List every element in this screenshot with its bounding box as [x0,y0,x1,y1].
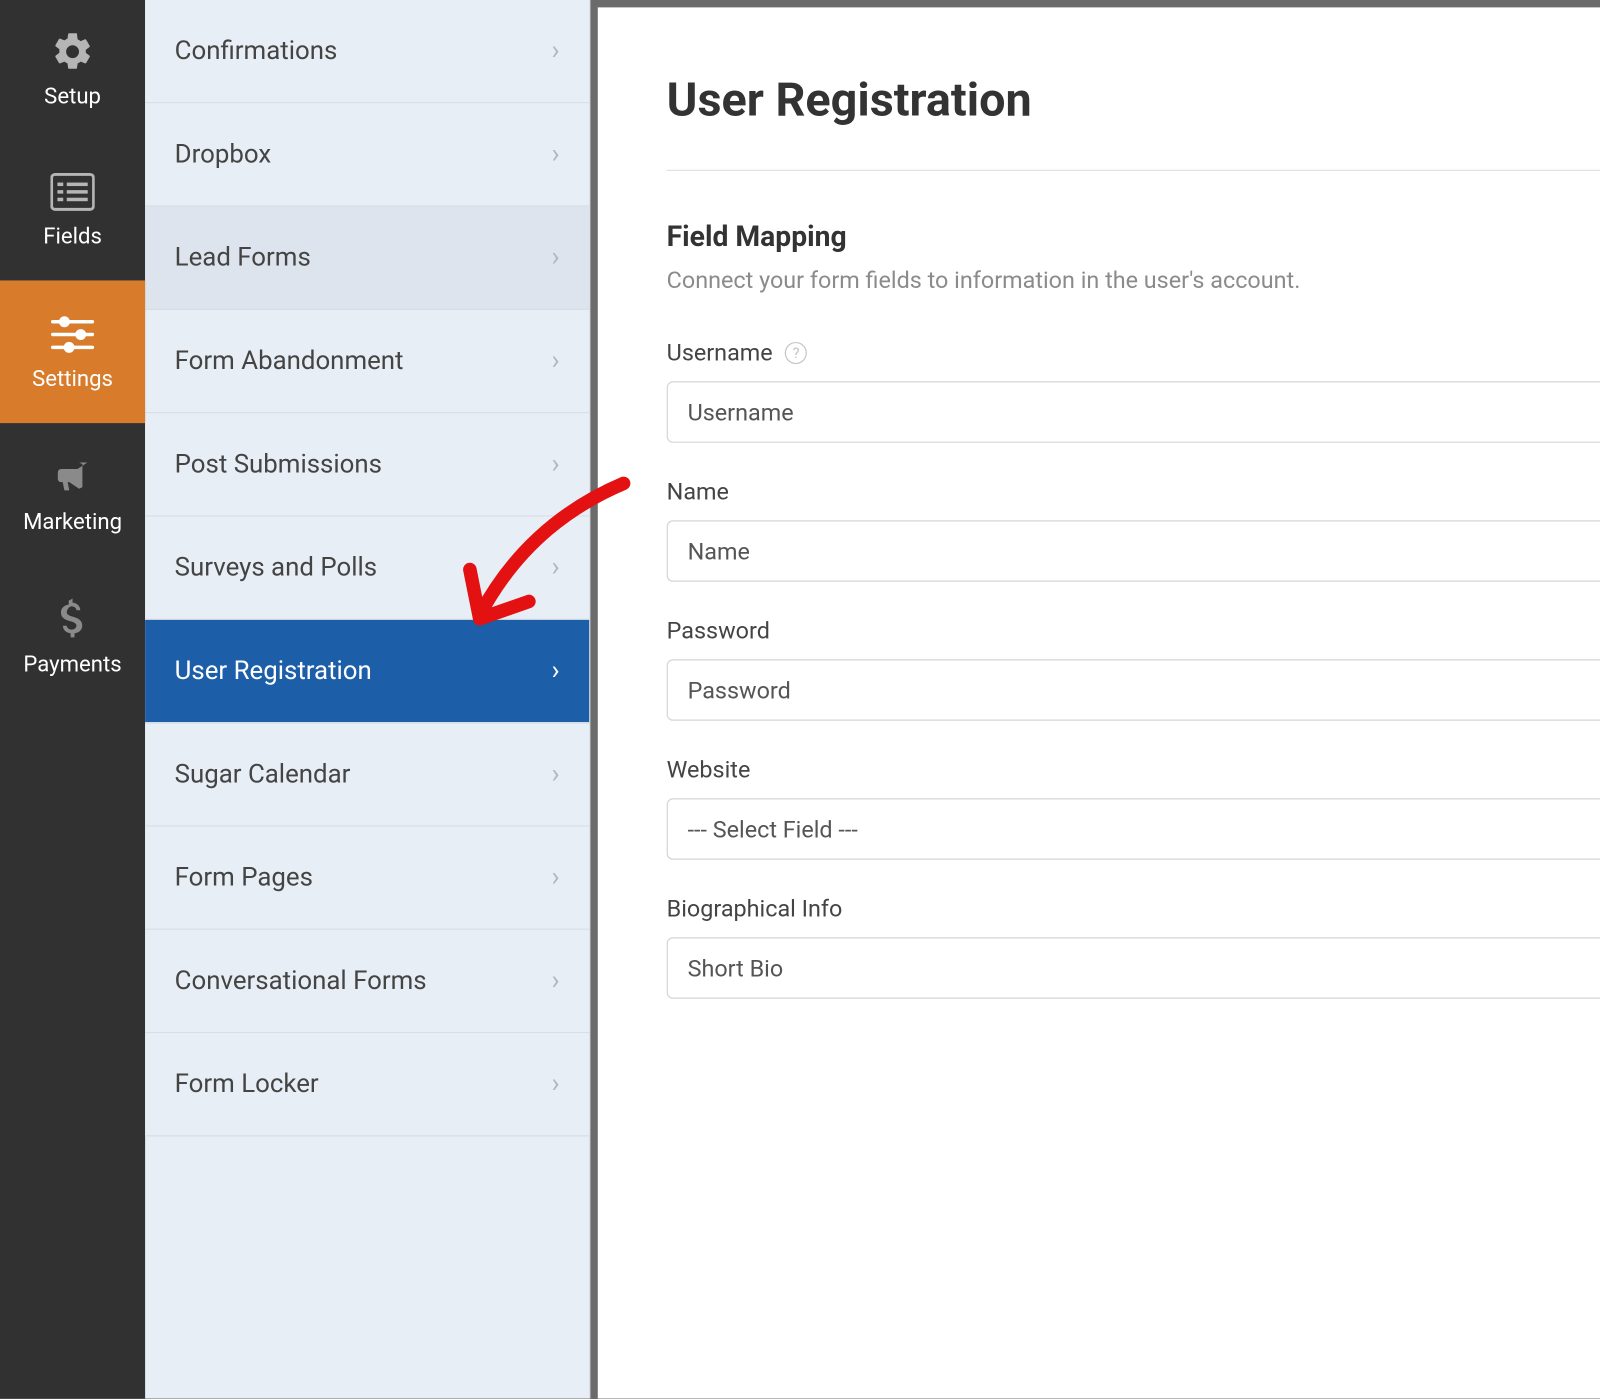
settings-item-form-pages[interactable]: Form Pages › [145,827,589,930]
chevron-right-icon: › [552,36,560,67]
settings-item-label: Confirmations [175,36,338,66]
field-mapping-username: Username ? Username [667,338,1600,443]
section-title: Field Mapping [667,220,1600,253]
website-select[interactable]: --- Select Field --- [667,798,1600,860]
chevron-right-icon: › [552,759,560,790]
chevron-right-icon: › [552,346,560,377]
select-value: Password [688,676,791,704]
settings-item-label: Conversational Forms [175,966,427,996]
sliders-icon [50,312,94,356]
settings-item-dropbox[interactable]: Dropbox › [145,103,589,206]
settings-item-conversational-forms[interactable]: Conversational Forms › [145,930,589,1033]
divider [667,170,1600,171]
chevron-right-icon: › [552,656,560,687]
iconbar-item-label: Marketing [23,509,122,535]
field-label-text: Name [667,477,729,505]
chevron-right-icon: › [552,449,560,480]
iconbar: Setup Fields Settings Marketing Payments [0,0,145,1399]
field-label: Name [667,477,1600,505]
iconbar-item-fields[interactable]: Fields [0,138,145,281]
username-select[interactable]: Username [667,381,1600,443]
select-value: Username [688,398,794,426]
field-label: Biographical Info [667,894,1600,922]
section-description: Connect your form fields to information … [667,266,1600,294]
field-mapping-website: Website --- Select Field --- [667,755,1600,860]
settings-item-label: Dropbox [175,140,271,170]
select-value: Short Bio [688,954,784,982]
password-select[interactable]: Password [667,659,1600,721]
help-icon[interactable]: ? [785,341,807,363]
chevron-right-icon: › [552,242,560,273]
iconbar-item-label: Fields [43,223,102,249]
settings-item-form-abandonment[interactable]: Form Abandonment › [145,310,589,413]
chevron-right-icon: › [552,1069,560,1100]
field-mapping-name: Name Name [667,477,1600,582]
settings-item-lead-forms[interactable]: Lead Forms › [145,207,589,310]
bio-select[interactable]: Short Bio [667,937,1600,999]
iconbar-item-setup[interactable]: Setup [0,0,145,138]
iconbar-item-settings[interactable]: Settings [0,280,145,423]
iconbar-item-marketing[interactable]: Marketing [0,423,145,566]
field-label-text: Website [667,755,751,783]
field-label: Username ? [667,338,1600,366]
iconbar-item-label: Setup [44,83,101,109]
settings-item-sugar-calendar[interactable]: Sugar Calendar › [145,723,589,826]
iconbar-item-label: Settings [32,366,113,392]
select-value: Name [688,537,750,565]
field-label-text: Password [667,616,770,644]
content-wrap: User Registration Field Mapping Connect … [590,0,1600,1399]
settings-item-label: User Registration [175,656,372,686]
settings-item-user-registration[interactable]: User Registration › [145,620,589,723]
content-panel: User Registration Field Mapping Connect … [598,7,1600,1398]
settings-item-confirmations[interactable]: Confirmations › [145,0,589,103]
settings-list: Confirmations › Dropbox › Lead Forms › Form… [145,0,590,1399]
settings-item-form-locker[interactable]: Form Locker › [145,1033,589,1136]
settings-item-post-submissions[interactable]: Post Submissions › [145,413,589,516]
settings-item-label: Surveys and Polls [175,553,377,583]
chevron-right-icon: › [552,966,560,997]
page-title: User Registration [667,74,1600,128]
field-label-text: Username [667,338,773,366]
field-label-text: Biographical Info [667,894,843,922]
field-label: Password [667,616,1600,644]
settings-item-label: Post Submissions [175,450,382,480]
field-mapping-password: Password Password [667,616,1600,721]
settings-item-label: Form Abandonment [175,346,404,376]
chevron-right-icon: › [552,552,560,583]
chevron-right-icon: › [552,862,560,893]
select-value: --- Select Field --- [688,815,858,843]
settings-item-label: Lead Forms [175,243,311,273]
settings-item-label: Form Locker [175,1069,319,1099]
iconbar-item-label: Payments [23,651,121,677]
field-label: Website [667,755,1600,783]
settings-item-surveys-and-polls[interactable]: Surveys and Polls › [145,517,589,620]
gear-icon [50,29,94,73]
name-select[interactable]: Name [667,520,1600,582]
settings-item-label: Form Pages [175,863,313,893]
settings-item-label: Sugar Calendar [175,760,351,790]
dollar-icon [50,597,94,641]
iconbar-item-payments[interactable]: Payments [0,566,145,709]
list-icon [50,169,94,213]
chevron-right-icon: › [552,139,560,170]
field-mapping-bio: Biographical Info Short Bio [667,894,1600,999]
bullhorn-icon [50,454,94,498]
